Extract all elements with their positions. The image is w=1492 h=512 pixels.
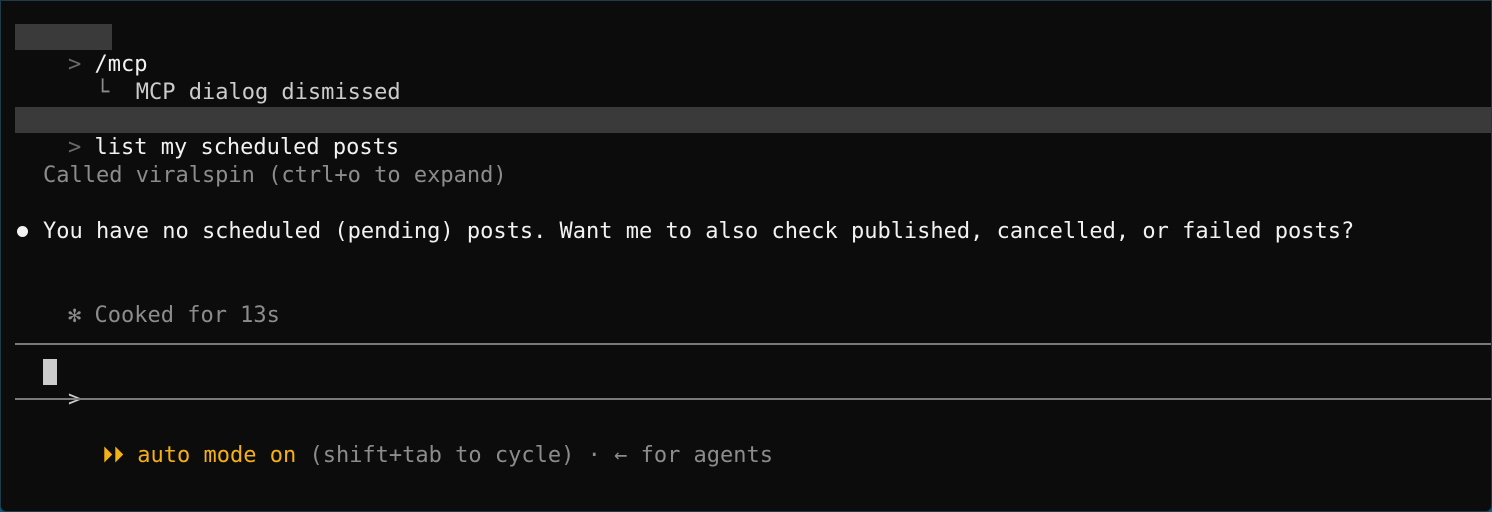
fast-forward-icon: ⏵⏵: [101, 443, 124, 468]
text-cursor: [43, 359, 57, 385]
footer-status: ⏵⏵ auto mode on (shift+tab to cycle) · ←…: [49, 414, 773, 468]
terminal-window: > /mcp └ MCP dialog dismissed > list my …: [0, 0, 1492, 512]
mcp-result-text: MCP dialog dismissed: [135, 80, 401, 105]
user-query-text: list my scheduled posts: [94, 135, 400, 160]
user-query-line: > list my scheduled posts: [15, 106, 399, 160]
auto-mode-label[interactable]: auto mode on: [137, 443, 296, 468]
mcp-result-line: └ MCP dialog dismissed: [43, 51, 401, 105]
assistant-reply-text: You have no scheduled (pending) posts. W…: [43, 219, 1355, 244]
input-bottom-rule: [15, 398, 1491, 400]
input-top-rule: [15, 343, 1491, 345]
footer-hint: (shift+tab to cycle) · ← for agents: [309, 443, 774, 468]
sparkle-icon: ✻: [67, 303, 82, 328]
mcp-command-line: > /mcp: [15, 23, 147, 77]
status-line: ✻ Cooked for 13s: [15, 274, 280, 328]
bullet-icon: [17, 226, 28, 237]
branch-connector-icon: └: [95, 80, 110, 105]
status-text: Cooked for 13s: [94, 303, 280, 328]
prompt-symbol: >: [67, 135, 82, 160]
tool-call-line[interactable]: Called viralspin (ctrl+o to expand): [43, 162, 507, 190]
